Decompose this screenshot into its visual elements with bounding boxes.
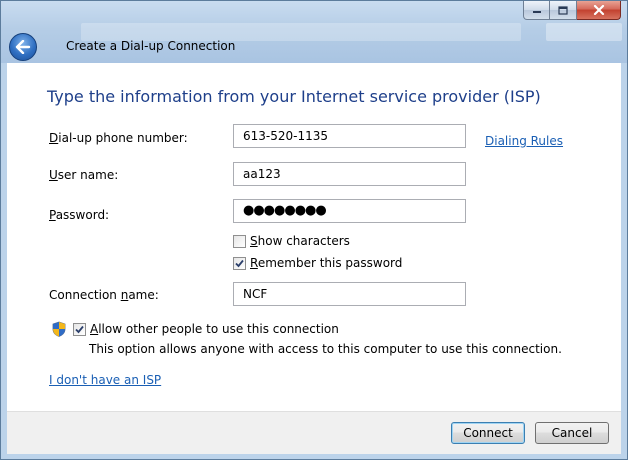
- phone-number-input[interactable]: 613-520-1135: [233, 124, 466, 148]
- allow-others-accesskey: A: [90, 322, 99, 336]
- username-label: User name:: [49, 168, 118, 182]
- back-button[interactable]: [9, 33, 37, 61]
- allow-others-label-text: llow other people to use this connection: [98, 322, 339, 336]
- no-isp-link[interactable]: I don't have an ISP: [49, 373, 161, 387]
- maximize-button[interactable]: [550, 1, 577, 20]
- connection-name-input[interactable]: NCF: [233, 282, 466, 306]
- connect-button[interactable]: Connect: [451, 422, 525, 444]
- search-box-background: [546, 23, 622, 41]
- remember-password-row[interactable]: Remember this password: [233, 256, 402, 270]
- remember-password-label: Remember this password: [250, 256, 402, 270]
- checkmark-icon: [75, 325, 84, 333]
- maximize-icon: [558, 5, 568, 15]
- remember-password-accesskey: R: [250, 256, 258, 270]
- content-area: Type the information from your Internet …: [7, 63, 621, 411]
- phone-number-label: Dial-up phone number:: [49, 131, 188, 145]
- show-characters-checkbox[interactable]: [233, 234, 246, 248]
- show-characters-accesskey: S: [250, 234, 258, 248]
- connection-name-label-text: ame:: [128, 288, 159, 302]
- allow-others-row[interactable]: Allow other people to use this connectio…: [73, 322, 339, 336]
- uac-shield-icon: [52, 321, 66, 337]
- phone-number-label-text: ial-up phone number:: [58, 131, 188, 145]
- remember-password-checkbox[interactable]: [233, 256, 246, 270]
- show-characters-label: Show characters: [250, 234, 350, 248]
- username-input[interactable]: aa123: [233, 162, 466, 186]
- no-isp-link-text: don't have an ISP: [52, 373, 162, 387]
- password-accesskey: P: [49, 208, 56, 222]
- minimize-button[interactable]: [523, 1, 550, 20]
- cancel-button[interactable]: Cancel: [535, 422, 609, 444]
- close-icon: [593, 5, 604, 15]
- back-arrow-icon: [15, 40, 31, 54]
- dialing-rules-link[interactable]: Dialing Rules: [485, 134, 563, 148]
- close-button[interactable]: [577, 1, 621, 20]
- checkmark-icon: [235, 259, 244, 267]
- title-bar: Create a Dial-up Connection: [1, 1, 627, 63]
- phone-number-accesskey: D: [49, 131, 59, 145]
- password-label: Password:: [49, 208, 109, 222]
- dialog-window: Create a Dial-up Connection Type the inf…: [0, 0, 628, 460]
- remember-password-label-text: emember this password: [257, 256, 403, 270]
- minimize-icon: [532, 11, 541, 13]
- allow-others-description: This option allows anyone with access to…: [89, 342, 562, 356]
- username-label-text: ser name:: [57, 168, 119, 182]
- dialog-title: Create a Dial-up Connection: [66, 39, 236, 53]
- password-input[interactable]: ●●●●●●●●: [233, 199, 466, 223]
- allow-others-checkbox[interactable]: [73, 322, 86, 336]
- connection-name-label: Connection name:: [49, 288, 159, 302]
- username-accesskey: U: [49, 168, 58, 182]
- show-characters-label-text: how characters: [257, 234, 350, 248]
- page-heading: Type the information from your Internet …: [47, 87, 541, 106]
- button-bar: Connect Cancel: [7, 411, 621, 454]
- allow-others-label: Allow other people to use this connectio…: [90, 322, 339, 336]
- connection-name-label-pre: Connection: [49, 288, 121, 302]
- caption-buttons: [523, 1, 621, 20]
- password-label-text: assword:: [55, 208, 110, 222]
- show-characters-row[interactable]: Show characters: [233, 234, 350, 248]
